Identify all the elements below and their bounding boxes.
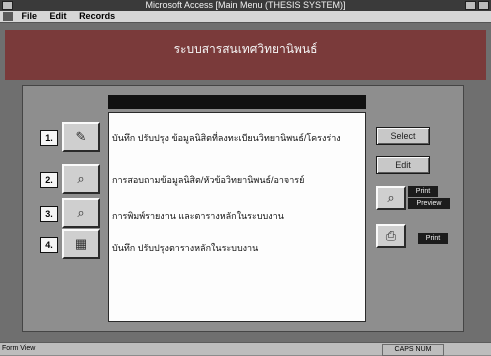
banner: ระบบสารสนเทศวิทยานิพนธ์: [5, 30, 486, 80]
menu-button-3[interactable]: ⌕: [62, 198, 100, 228]
menu-edit[interactable]: Edit: [50, 11, 67, 22]
menu-records[interactable]: Records: [79, 11, 115, 22]
edit-button[interactable]: Edit: [376, 156, 430, 174]
pencil-icon: ✎: [75, 129, 87, 144]
menu-file[interactable]: File: [22, 11, 38, 22]
printer-icon: ⎙: [385, 228, 397, 243]
menu-button-2[interactable]: ⌕: [62, 164, 100, 194]
menu-row-4-label: บันทึก ปรับปรุงตารางหลักในระบบงาน: [112, 243, 259, 253]
window-minimize-button[interactable]: [465, 1, 476, 10]
page-magnifier-icon: ⌕: [387, 190, 395, 205]
preview-button[interactable]: ⌕: [376, 186, 406, 210]
window-title: Microsoft Access [Main Menu (THESIS SYST…: [145, 0, 346, 10]
select-button[interactable]: Select: [376, 127, 430, 145]
binoculars-icon: ⌕: [77, 171, 85, 186]
menu-row-3-label: การพิมพ์รายงาน และตารางหลักในระบบงาน: [112, 211, 284, 221]
window-close-box[interactable]: [2, 1, 13, 10]
document-system-box[interactable]: [3, 12, 13, 21]
print-button[interactable]: ⎙: [376, 224, 406, 248]
print-label-bottom: Print: [418, 233, 448, 244]
window-maximize-button[interactable]: [478, 1, 489, 10]
status-form-view: Form View: [2, 345, 36, 352]
row-number-4: 4.: [40, 237, 58, 253]
menu-row-1-label: บันทึก ปรับปรุง ข้อมูลนิสิตที่ลงทะเบียนว…: [112, 133, 341, 143]
table-icon: ▦: [74, 236, 88, 251]
preview-label: Preview: [408, 198, 450, 209]
menu-button-4[interactable]: ▦: [62, 229, 100, 259]
print-label-top: Print: [408, 186, 438, 197]
menu-row-2-label: การสอบถามข้อมูลนิสิต/หัวข้อวิทยานิพนธ์/อ…: [112, 175, 305, 185]
status-bar: Form View CAPS NUM: [0, 342, 491, 356]
magnifier-icon: ⌕: [77, 205, 85, 220]
menu-bar: File Edit Records: [0, 11, 491, 23]
status-caps-num: CAPS NUM: [382, 344, 444, 356]
row-number-2: 2.: [40, 172, 58, 188]
banner-title: ระบบสารสนเทศวิทยานิพนธ์: [173, 42, 318, 56]
menu-title-bar: [108, 95, 366, 109]
menu-button-1[interactable]: ✎: [62, 122, 100, 152]
row-number-3: 3.: [40, 206, 58, 222]
window-titlebar: Microsoft Access [Main Menu (THESIS SYST…: [0, 0, 491, 11]
row-number-1: 1.: [40, 130, 58, 146]
